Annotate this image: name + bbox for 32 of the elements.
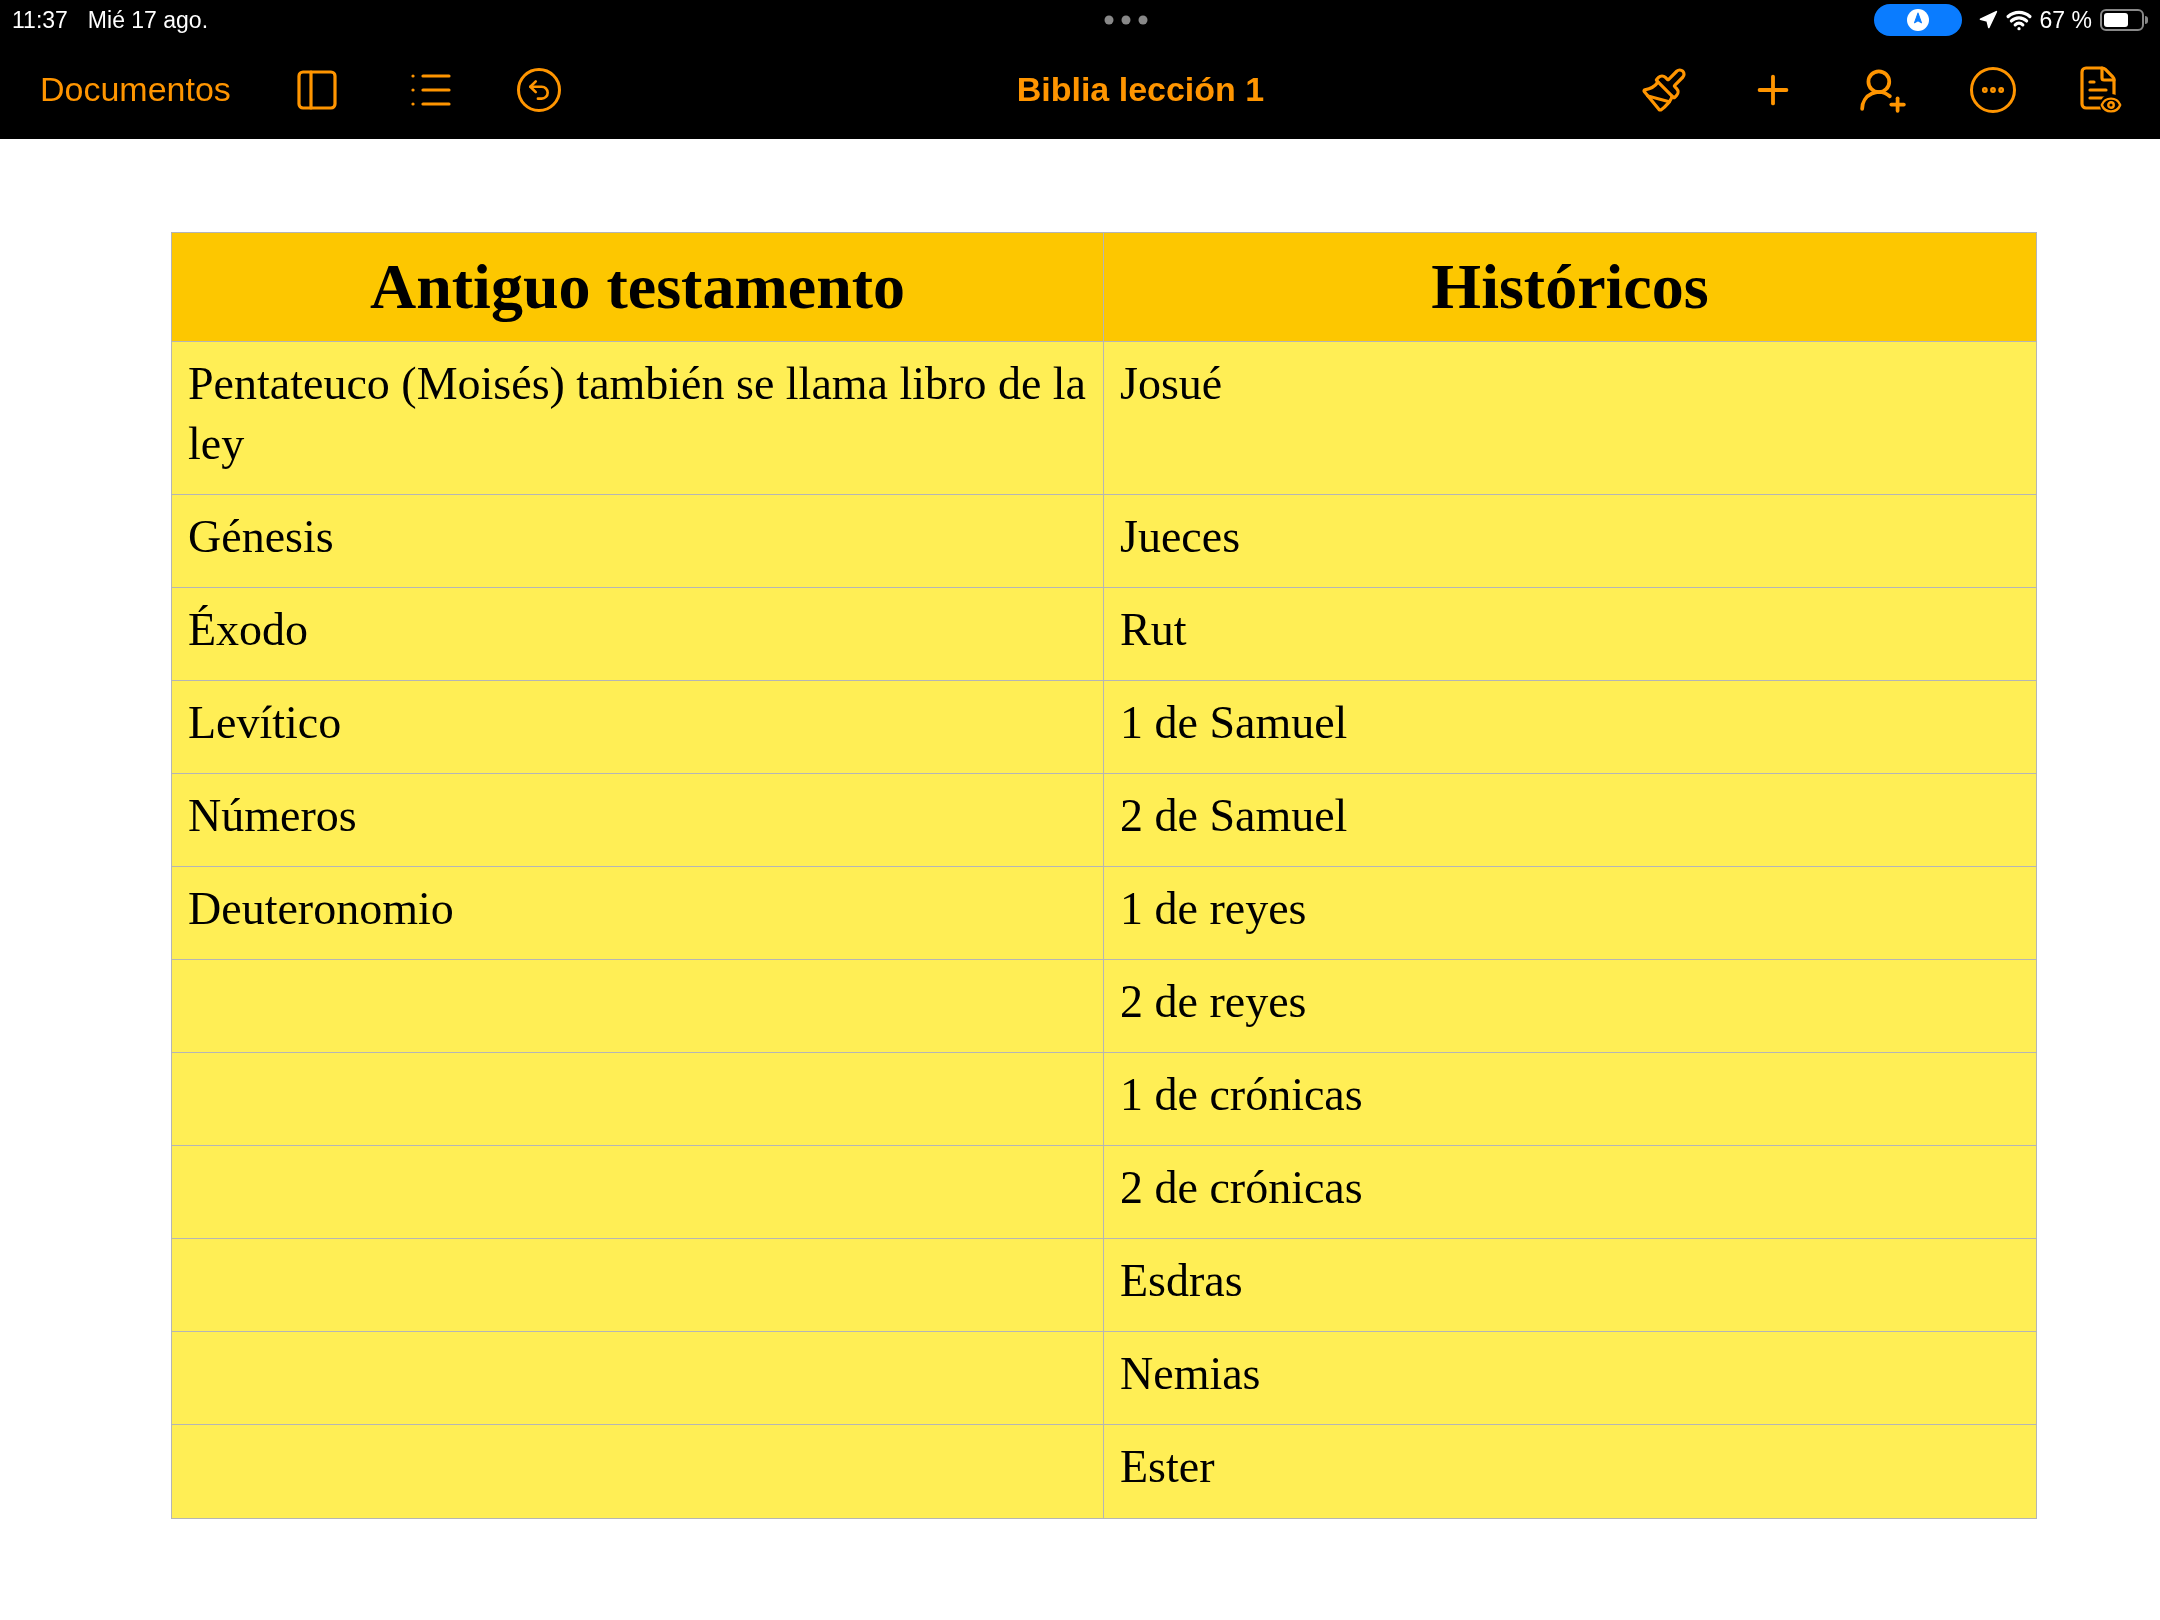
table-cell: Deuteronomio	[172, 867, 1104, 960]
table-cell: Jueces	[1104, 495, 2036, 588]
status-time: 11:37	[12, 5, 68, 35]
multitasking-dots-icon[interactable]	[1103, 15, 1148, 25]
battery-percentage: 67 %	[2039, 5, 2092, 35]
table-cell: Esdras	[1104, 1239, 2036, 1332]
navigation-pill[interactable]	[1873, 4, 1962, 36]
table-cell: 2 de reyes	[1104, 960, 2036, 1053]
table-cell: Nemias	[1104, 1332, 2036, 1425]
table-cell: 1 de reyes	[1104, 867, 2036, 960]
table-cell: 2 de crónicas	[1104, 1146, 2036, 1239]
documents-button[interactable]: Documentos	[40, 64, 231, 115]
table-cell: Ester	[1104, 1425, 2036, 1518]
undo-icon[interactable]	[516, 67, 561, 112]
table-header-cell: Antiguo testamento	[172, 233, 1104, 342]
table-header-cell: Históricos	[1104, 233, 2036, 342]
table-cell: Josué	[1104, 342, 2036, 495]
table-cell: Números	[172, 774, 1104, 867]
paintbrush-icon[interactable]	[1640, 65, 1688, 114]
table-cell: Levítico	[172, 681, 1104, 774]
location-arrow-icon	[1977, 10, 1998, 30]
table-cell: 2 de Samuel	[1104, 774, 2036, 867]
table-cell: Éxodo	[172, 588, 1104, 681]
document-title: Biblia lección 1	[1016, 69, 1265, 110]
table-cell: Rut	[1104, 588, 2036, 681]
more-options-icon[interactable]	[1970, 66, 2016, 113]
table-cell: Génesis	[172, 495, 1104, 588]
table-cell: Pentateuco (Moisés) también se llama libro de la ley	[172, 342, 1104, 495]
status-date: Mié 17 ago.	[87, 5, 209, 35]
battery-icon	[2100, 9, 2148, 31]
table-cell: 1 de crónicas	[1104, 1053, 2036, 1146]
table-cell: 1 de Samuel	[1104, 681, 2036, 774]
